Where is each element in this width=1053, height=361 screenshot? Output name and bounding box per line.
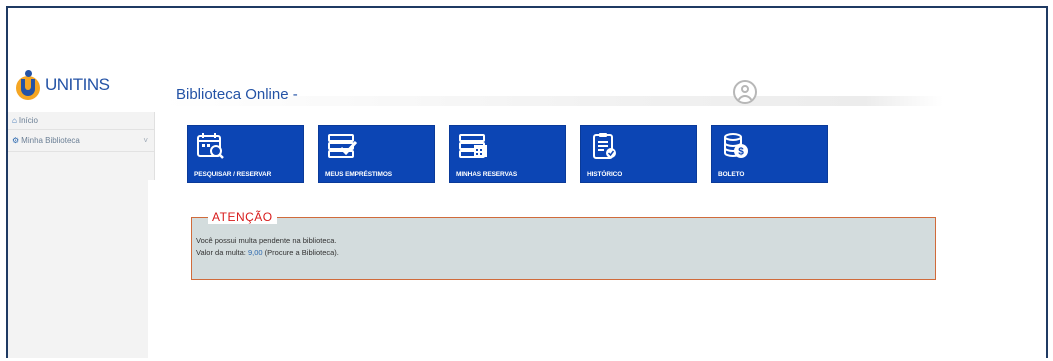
tile-pesquisar-reservar[interactable]: PESQUISAR / RESERVAR — [187, 125, 304, 183]
tile-label: PESQUISAR / RESERVAR — [194, 171, 272, 178]
tile-historico[interactable]: HISTÓRICO — [580, 125, 697, 183]
tile-boleto[interactable]: $ BOLETO — [711, 125, 828, 183]
sidebar-item-label: Início — [18, 116, 38, 125]
amount-suffix: (Procure a Biblioteca). — [262, 248, 339, 257]
alert-message: Você possui multa pendente na biblioteca… — [196, 236, 337, 245]
alert-title: ATENÇÃO — [208, 210, 277, 224]
chevron-down-icon: ˅ — [143, 136, 148, 145]
tile-label: MINHAS RESERVAS — [456, 171, 518, 178]
cog-icon: ⚙ — [12, 136, 20, 145]
sidebar: ⌂ Início ⚙ Minha Biblioteca ˅ — [8, 112, 155, 358]
page-title: Biblioteca Online - — [176, 86, 298, 103]
tile-minhas-reservas[interactable]: MINHAS RESERVAS — [449, 125, 566, 183]
books-calendar-icon — [459, 134, 487, 158]
user-avatar-icon[interactable] — [733, 80, 757, 104]
clipboard-icon — [593, 133, 616, 159]
tile-label: MEUS EMPRÉSTIMOS — [325, 171, 393, 178]
amount-prefix: Valor da multa: — [196, 248, 248, 257]
sidebar-item-minha-biblioteca[interactable]: ⚙ Minha Biblioteca ˅ — [8, 130, 154, 152]
unitins-logo[interactable]: UNITINS — [14, 70, 110, 100]
tile-label: HISTÓRICO — [587, 171, 623, 178]
coins-icon: $ — [724, 133, 748, 158]
tile-label: BOLETO — [718, 171, 745, 178]
sidebar-item-inicio[interactable]: ⌂ Início — [8, 112, 154, 130]
fine-amount: 9,00 — [247, 248, 263, 257]
sidebar-gutter — [148, 180, 155, 358]
svg-text:$: $ — [738, 147, 744, 158]
logo-text: UNITINS — [45, 75, 110, 94]
logo-mark-icon — [14, 70, 42, 100]
home-icon: ⌂ — [12, 116, 17, 125]
calendar-search-icon — [197, 133, 224, 159]
browser-frame: UNITINS Biblioteca Online - ⌂ Início ⚙ M… — [6, 6, 1048, 358]
alert-amount-line: Valor da multa: 9,00 (Procure a Bibliote… — [196, 248, 339, 257]
sidebar-item-label: Minha Biblioteca — [21, 136, 80, 145]
books-check-icon — [328, 134, 358, 158]
tile-meus-emprestimos[interactable]: MEUS EMPRÉSTIMOS — [318, 125, 435, 183]
